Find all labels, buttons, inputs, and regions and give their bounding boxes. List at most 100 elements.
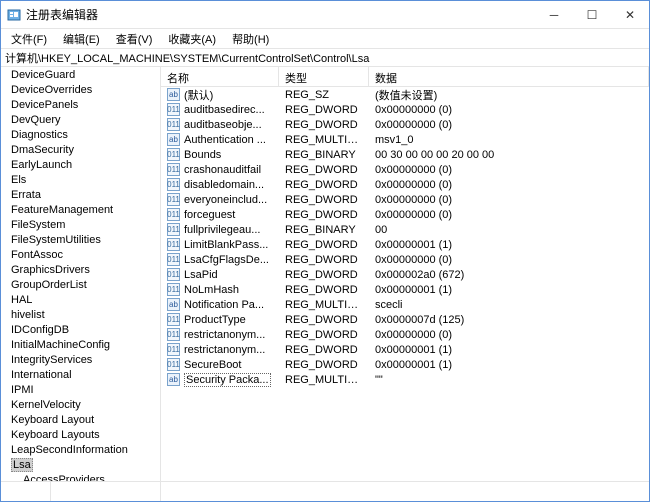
value-name-label: NoLmHash [184,284,239,296]
value-row[interactable]: 011NoLmHashREG_DWORD0x00000001 (1) [161,282,649,297]
status-bar [1,481,649,501]
value-data-cell: (数值未设置) [369,87,649,103]
menu-help[interactable]: 帮助(H) [226,29,275,49]
value-row[interactable]: 011LimitBlankPass...REG_DWORD0x00000001 … [161,237,649,252]
value-row[interactable]: 011forceguestREG_DWORD0x00000000 (0) [161,207,649,222]
tree-item[interactable]: IntegrityServices [1,352,160,367]
tree-item[interactable]: FeatureManagement [1,202,160,217]
minimize-button[interactable]: ─ [535,1,573,28]
tree-item[interactable]: EarlyLaunch [1,157,160,172]
tree-item-label: International [11,369,72,381]
value-row[interactable]: ab(默认)REG_SZ(数值未设置) [161,87,649,102]
tree-item[interactable]: Els [1,172,160,187]
value-type-cell: REG_DWORD [279,104,369,116]
value-name-label: restrictanonym... [184,329,265,341]
value-data-cell: 0x00000000 (0) [369,104,649,116]
value-row[interactable]: abAuthentication ...REG_MULTI_SZmsv1_0 [161,132,649,147]
col-type[interactable]: 类型 [279,67,369,86]
value-row[interactable]: abSecurity Packa...REG_MULTI_SZ"" [161,372,649,387]
status-seg-1 [1,482,51,501]
value-data-cell: 0x00000001 (1) [369,344,649,356]
menu-file[interactable]: 文件(F) [5,29,53,49]
tree-item[interactable]: IPMI [1,382,160,397]
tree-item[interactable]: DevicePanels [1,97,160,112]
tree-item[interactable]: Keyboard Layout [1,412,160,427]
value-name-label: disabledomain... [184,179,264,191]
value-type-cell: REG_DWORD [279,314,369,326]
tree-item[interactable]: KernelVelocity [1,397,160,412]
value-row[interactable]: 011SecureBootREG_DWORD0x00000001 (1) [161,357,649,372]
value-type-cell: REG_BINARY [279,149,369,161]
value-data-cell: 0x00000001 (1) [369,359,649,371]
main-body: DeviceGuardDeviceOverrides DevicePanels De… [1,67,649,481]
tree-item-label: EarlyLaunch [11,159,72,171]
tree-panel[interactable]: DeviceGuardDeviceOverrides DevicePanels De… [1,67,161,481]
close-button[interactable]: ✕ [611,1,649,28]
tree-item[interactable]: DevQuery [1,112,160,127]
value-row[interactable]: 011restrictanonym...REG_DWORD0x00000001 … [161,342,649,357]
binary-value-icon: 011 [167,328,180,341]
tree-item[interactable]: DeviceOverrides [1,82,160,97]
tree-item[interactable]: hivelist [1,307,160,322]
value-row[interactable]: 011LsaPidREG_DWORD0x000002a0 (672) [161,267,649,282]
menu-favorites[interactable]: 收藏夹(A) [162,29,222,49]
value-row[interactable]: 011fullprivilegeau...REG_BINARY00 [161,222,649,237]
address-bar[interactable]: 计算机\HKEY_LOCAL_MACHINE\SYSTEM\CurrentCon… [1,49,649,67]
value-row[interactable]: 011disabledomain...REG_DWORD0x00000000 (… [161,177,649,192]
value-name-cell: 011 LimitBlankPass... [161,238,279,251]
value-name-label: SecureBoot [184,359,241,371]
menu-bar: 文件(F) 编辑(E) 查看(V) 收藏夹(A) 帮助(H) [1,29,649,49]
menu-edit[interactable]: 编辑(E) [57,29,106,49]
value-type-cell: REG_MULTI_SZ [279,134,369,146]
tree-item-label: DevicePanels [11,99,78,111]
value-row[interactable]: 011LsaCfgFlagsDe...REG_DWORD0x00000000 (… [161,252,649,267]
maximize-button[interactable]: ☐ [573,1,611,28]
tree-item[interactable]: IDConfigDB [1,322,160,337]
tree-item[interactable]: Diagnostics [1,127,160,142]
value-row[interactable]: abNotification Pa...REG_MULTI_SZscecli [161,297,649,312]
menu-view[interactable]: 查看(V) [110,29,159,49]
value-type-cell: REG_DWORD [279,254,369,266]
tree-item[interactable]: International [1,367,160,382]
value-data-cell: 0x00000000 (0) [369,119,649,131]
value-name-label: Bounds [184,149,221,161]
value-row[interactable]: 011restrictanonym...REG_DWORD0x00000000 … [161,327,649,342]
binary-value-icon: 011 [167,253,180,266]
tree-item[interactable]: AccessProviders [1,472,160,481]
tree-item[interactable]: FileSystem [1,217,160,232]
tree-item[interactable]: Errata [1,187,160,202]
tree-item[interactable]: DmaSecurity [1,142,160,157]
value-row[interactable]: 011auditbaseobje...REG_DWORD0x00000000 (… [161,117,649,132]
col-name[interactable]: 名称 [161,67,279,86]
tree-item[interactable]: GraphicsDrivers [1,262,160,277]
value-name-cell: 011auditbasedirec... [161,103,279,116]
value-name-label: LimitBlankPass... [184,239,268,251]
tree-item[interactable]: FontAssoc [1,247,160,262]
tree-item[interactable]: FileSystemUtilities [1,232,160,247]
title-bar: 注册表编辑器 ─ ☐ ✕ [1,1,649,29]
value-row[interactable]: 011BoundsREG_BINARY00 30 00 00 00 20 00 … [161,147,649,162]
tree-item[interactable]: Keyboard Layouts [1,427,160,442]
value-row[interactable]: 011crashonauditfailREG_DWORD0x00000000 (… [161,162,649,177]
binary-value-icon: 011 [167,283,180,296]
value-data-cell: "" [369,374,649,386]
value-row[interactable]: 011auditbasedirec...REG_DWORD0x00000000 … [161,102,649,117]
value-type-cell: REG_SZ [279,89,369,101]
grid-body[interactable]: ab(默认)REG_SZ(数值未设置)011auditbasedirec...R… [161,87,649,481]
binary-value-icon: 011 [167,103,180,116]
col-data[interactable]: 数据 [369,67,649,86]
tree-item[interactable]: Lsa [1,457,160,472]
tree-item-label: HAL [11,294,32,306]
value-row[interactable]: 011ProductTypeREG_DWORD0x0000007d (125) [161,312,649,327]
value-name-cell: 011ProductType [161,313,279,326]
tree-item[interactable]: GroupOrderList [1,277,160,292]
value-row[interactable]: 011everyoneinclud...REG_DWORD0x00000000 … [161,192,649,207]
tree-item[interactable]: HAL [1,292,160,307]
tree-item[interactable]: DeviceGuard [1,67,160,82]
tree-item-label: DevQuery [11,114,61,126]
tree-item-label: GraphicsDrivers [11,264,90,276]
binary-value-icon: 011 [167,238,180,251]
tree-item[interactable]: InitialMachineConfig [1,337,160,352]
value-data-cell: scecli [369,299,649,311]
tree-item[interactable]: LeapSecondInformation [1,442,160,457]
